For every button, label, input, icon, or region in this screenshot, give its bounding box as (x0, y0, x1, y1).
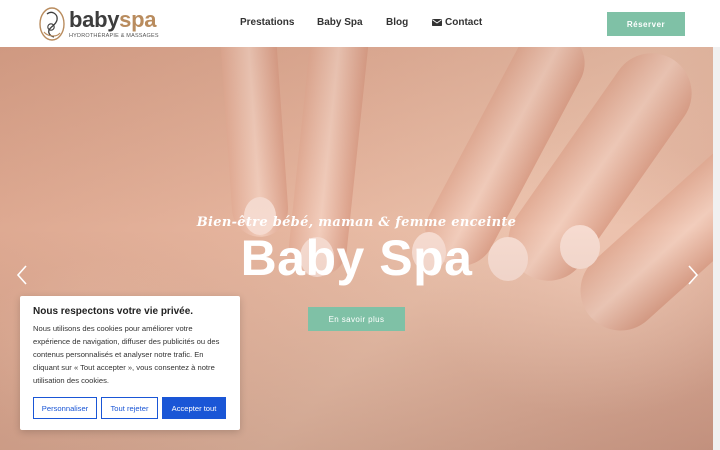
accept-all-button[interactable]: Accepter tout (162, 397, 226, 419)
envelope-icon (432, 19, 442, 26)
nav-contact[interactable]: Contact (432, 17, 482, 28)
cookie-buttons: Personnaliser Tout rejeter Accepter tout (33, 397, 226, 419)
hero-title: Baby Spa (240, 230, 473, 286)
customize-cookies-button[interactable]: Personnaliser (33, 397, 97, 419)
site-logo[interactable]: babyspa HYDROTHÉRAPIE & MASSAGES (38, 6, 159, 42)
learn-more-button[interactable]: En savoir plus (308, 307, 405, 331)
hero-subtitle: Bien-être bébé, maman & femme enceinte (196, 215, 517, 230)
cookie-text: Nous utilisons des cookies pour améliore… (33, 324, 220, 385)
logo-wordmark: babyspa (69, 9, 159, 31)
chevron-right-icon[interactable] (687, 265, 699, 285)
nav-prestations[interactable]: Prestations (240, 17, 294, 28)
site-header: babyspa HYDROTHÉRAPIE & MASSAGES Prestat… (0, 0, 720, 47)
logo-tagline: HYDROTHÉRAPIE & MASSAGES (69, 33, 159, 39)
nav-baby-spa[interactable]: Baby Spa (317, 17, 363, 28)
reject-all-button[interactable]: Tout rejeter (101, 397, 158, 419)
logo-word-spa: spa (119, 7, 157, 32)
page-scrollbar[interactable] (713, 47, 720, 450)
logo-word-baby: baby (69, 7, 120, 32)
reserve-button[interactable]: Réserver (607, 12, 685, 36)
logo-text: babyspa HYDROTHÉRAPIE & MASSAGES (69, 9, 159, 40)
nav-blog[interactable]: Blog (386, 17, 408, 28)
cookie-consent-banner: Nous respectons votre vie privée. Nous u… (20, 296, 240, 430)
chevron-left-icon[interactable] (16, 265, 28, 285)
logo-mother-baby-icon (39, 7, 65, 41)
nav-contact-label: Contact (445, 17, 483, 28)
cookie-title: Nous respectons votre vie privée. (33, 306, 194, 317)
